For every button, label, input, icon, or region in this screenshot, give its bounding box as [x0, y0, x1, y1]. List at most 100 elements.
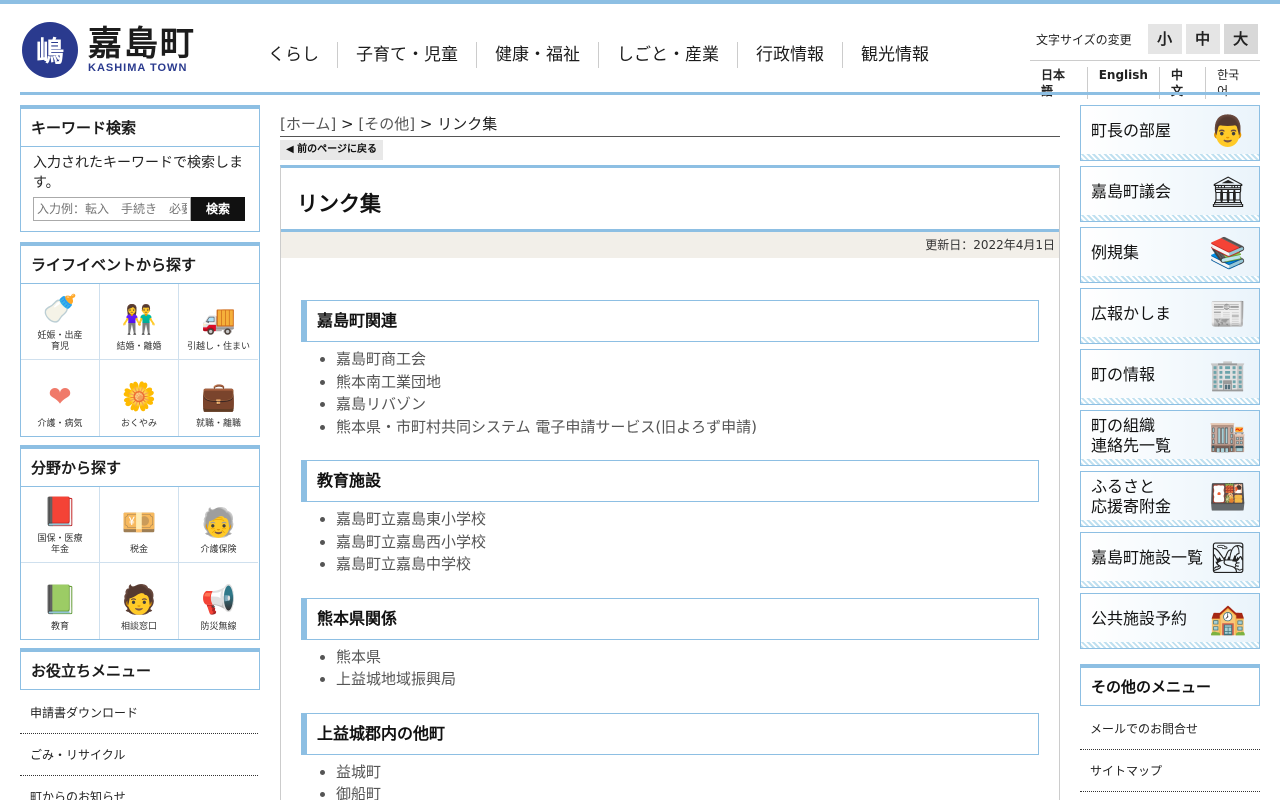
life-event-grid: 🍼 妊娠・出産 育児 👫 結婚・離婚 🚚 引越し・住まい ❤ 介護・病気 🌼 おくやみ 💼 就職・離職 — [21, 284, 259, 436]
menu-item-download[interactable]: 申請書ダウンロード — [20, 692, 258, 734]
other-menu-box: その他のメニュー — [1080, 664, 1260, 706]
keyword-search-box: キーワード検索 入力されたキーワードで検索します。 検索 — [20, 105, 260, 232]
grid-item-label: 妊娠・出産 育児 — [37, 331, 83, 352]
couple-icon: 👫 — [121, 302, 157, 336]
insurance-books-icon: 📕 — [42, 494, 78, 528]
life-event-title: ライフイベントから探す — [21, 246, 259, 284]
link-item[interactable]: 嘉島町商工会 — [336, 348, 1039, 371]
link-section: 嘉島町関連嘉島町商工会熊本南工業団地嘉島リバゾン熊本県・市町村共同システム 電子… — [301, 300, 1039, 438]
siren-icon: 📢 — [201, 582, 236, 616]
moving-truck-icon: 🚚 — [201, 302, 236, 336]
banner-link[interactable]: 📰 広報かしま — [1080, 288, 1260, 344]
banner-link[interactable]: 🍱 ふるさと 応援寄附金 — [1080, 471, 1260, 527]
other-menu-list: メールでのお問合せ サイトマップ — [1080, 708, 1260, 792]
banner-link[interactable]: 🏞 嘉島町施設一覧 — [1080, 532, 1260, 588]
grid-item-label: 防災無線 — [200, 622, 237, 632]
grid-item[interactable]: 👫 結婚・離婚 — [100, 284, 179, 360]
nav-gyosei[interactable]: 行政情報 — [738, 42, 843, 68]
font-size-small-button[interactable]: 小 — [1147, 24, 1182, 54]
link-item[interactable]: 益城町 — [336, 761, 1039, 784]
grid-item[interactable]: 📗 教育 — [21, 563, 100, 639]
nav-kosodate[interactable]: 子育て・児童 — [338, 42, 477, 68]
keyword-search-desc: 入力されたキーワードで検索します。 — [33, 155, 243, 191]
grid-item-label: 結婚・離婚 — [116, 342, 162, 352]
magazine-icon: 📰 — [1209, 296, 1247, 332]
grid-item[interactable]: 🚚 引越し・住まい — [179, 284, 258, 360]
menu-item-sitemap[interactable]: サイトマップ — [1080, 750, 1260, 792]
grid-item[interactable]: 📕 国保・医療 年金 — [21, 487, 100, 563]
updated-date: 更新日：2022年4月1日 — [281, 232, 1059, 258]
font-size-large-button[interactable]: 大 — [1223, 24, 1258, 54]
section-heading: 教育施設 — [301, 460, 1039, 502]
link-item[interactable]: 嘉島町立嘉島東小学校 — [336, 508, 1039, 531]
nav-shigoto[interactable]: しごと・産業 — [599, 42, 738, 68]
section-heading: 嘉島町関連 — [301, 300, 1039, 342]
search-input[interactable] — [33, 197, 191, 221]
link-item[interactable]: 嘉島町立嘉島中学校 — [336, 553, 1039, 576]
banner-label: 公共施設予約 — [1091, 609, 1188, 628]
nav-kurashi[interactable]: くらし — [250, 42, 338, 68]
font-size-medium-button[interactable]: 中 — [1185, 24, 1220, 54]
site-logo[interactable]: 嶋 嘉島町 KASHIMA TOWN — [22, 22, 196, 78]
grid-item[interactable]: 🌼 おくやみ — [100, 360, 179, 436]
council-hall-icon: 🏛 — [1208, 174, 1248, 210]
grid-item-label: 介護保険 — [200, 545, 237, 555]
useful-menu-title: お役立ちメニュー — [21, 652, 259, 690]
arrow-left-icon: ◀ — [286, 144, 298, 155]
nav-kenko[interactable]: 健康・福祉 — [477, 42, 599, 68]
banner-link[interactable]: 🏛 嘉島町議会 — [1080, 166, 1260, 222]
baby-bottle-icon: 🍼 — [42, 291, 78, 325]
banner-label: 嘉島町施設一覧 — [1091, 548, 1204, 567]
grid-item-label: 就職・離職 — [195, 419, 241, 429]
banner-link[interactable]: 📚 例規集 — [1080, 227, 1260, 283]
link-item[interactable]: 熊本南工業団地 — [336, 371, 1039, 394]
category-box: 分野から探す 📕 国保・医療 年金 💴 税金 🧓 介護保険 📗 教育 🧑 相談窓口 📢 防災無線 — [20, 445, 260, 640]
grid-item[interactable]: ❤ 介護・病気 — [21, 360, 100, 436]
link-section: 熊本県関係熊本県上益城地域振興局 — [301, 597, 1039, 691]
grid-item[interactable]: 🍼 妊娠・出産 育児 — [21, 284, 100, 360]
grid-item[interactable]: 💴 税金 — [100, 487, 179, 563]
facility-icon: 🏫 — [1209, 601, 1247, 637]
logo-name: 嘉島町 — [88, 24, 196, 64]
menu-item-mail-inquiry[interactable]: メールでのお問合せ — [1080, 708, 1260, 750]
link-item[interactable]: 上益城地域振興局 — [336, 668, 1039, 691]
grid-item[interactable]: 🧓 介護保険 — [179, 487, 258, 563]
grid-item[interactable]: 💼 就職・離職 — [179, 360, 258, 436]
banner-link[interactable]: 🏬 町の組織 連絡先一覧 — [1080, 410, 1260, 466]
main-content: リンク集 更新日：2022年4月1日 嘉島町関連嘉島町商工会熊本南工業団地嘉島リ… — [280, 165, 1060, 800]
link-list: 嘉島町商工会熊本南工業団地嘉島リバゾン熊本県・市町村共同システム 電子申請サービ… — [301, 348, 1039, 438]
link-item[interactable]: 嘉島リバゾン — [336, 393, 1039, 416]
banner-link[interactable]: 🏫 公共施設予約 — [1080, 593, 1260, 649]
banner-link[interactable]: 👨 町長の部屋 — [1080, 105, 1260, 161]
banner-label: 嘉島町議会 — [1091, 182, 1172, 201]
banner-label: 町の組織 連絡先一覧 — [1091, 416, 1172, 455]
link-item[interactable]: 熊本県 — [336, 646, 1039, 669]
grid-item[interactable]: 🧑 相談窓口 — [100, 563, 179, 639]
banner-label: 広報かしま — [1091, 304, 1172, 323]
link-item[interactable]: 嘉島町立嘉島西小学校 — [336, 531, 1039, 554]
law-books-icon: 📚 — [1209, 235, 1247, 271]
breadcrumb-other[interactable]: [その他] — [358, 115, 415, 133]
menu-item-notices[interactable]: 町からのお知らせ — [20, 776, 258, 800]
back-button[interactable]: ◀ 前のページに戻る — [280, 140, 383, 160]
link-item[interactable]: 熊本県・市町村共同システム 電子申請サービス(旧よろず申請) — [336, 416, 1039, 439]
mayor-photo-icon: 👨 — [1209, 113, 1247, 149]
breadcrumb-home[interactable]: [ホーム] — [280, 115, 336, 133]
banner-label: ふるさと 応援寄附金 — [1091, 477, 1172, 516]
link-item[interactable]: 御船町 — [336, 783, 1039, 800]
link-section: 上益城郡内の他町益城町御船町 — [301, 712, 1039, 800]
banner-label: 例規集 — [1091, 243, 1140, 262]
breadcrumb-sep: > — [336, 115, 359, 133]
grid-item-label: 税金 — [129, 545, 148, 555]
section-heading: 上益城郡内の他町 — [301, 712, 1039, 755]
search-button[interactable]: 検索 — [191, 197, 245, 221]
menu-item-garbage[interactable]: ごみ・リサイクル — [20, 734, 258, 776]
nav-kanko[interactable]: 観光情報 — [843, 42, 947, 68]
book-pencil-icon: 📗 — [42, 582, 78, 616]
life-event-box: ライフイベントから探す 🍼 妊娠・出産 育児 👫 結婚・離婚 🚚 引越し・住まい ❤ 介護・病… — [20, 242, 260, 437]
useful-menu-list: 申請書ダウンロード ごみ・リサイクル 町からのお知らせ — [20, 692, 258, 800]
font-size-label: 文字サイズの変更 — [1036, 32, 1132, 47]
banner-link[interactable]: 🏢 町の情報 — [1080, 349, 1260, 405]
section-heading: 熊本県関係 — [301, 597, 1039, 640]
grid-item[interactable]: 📢 防災無線 — [179, 563, 258, 639]
